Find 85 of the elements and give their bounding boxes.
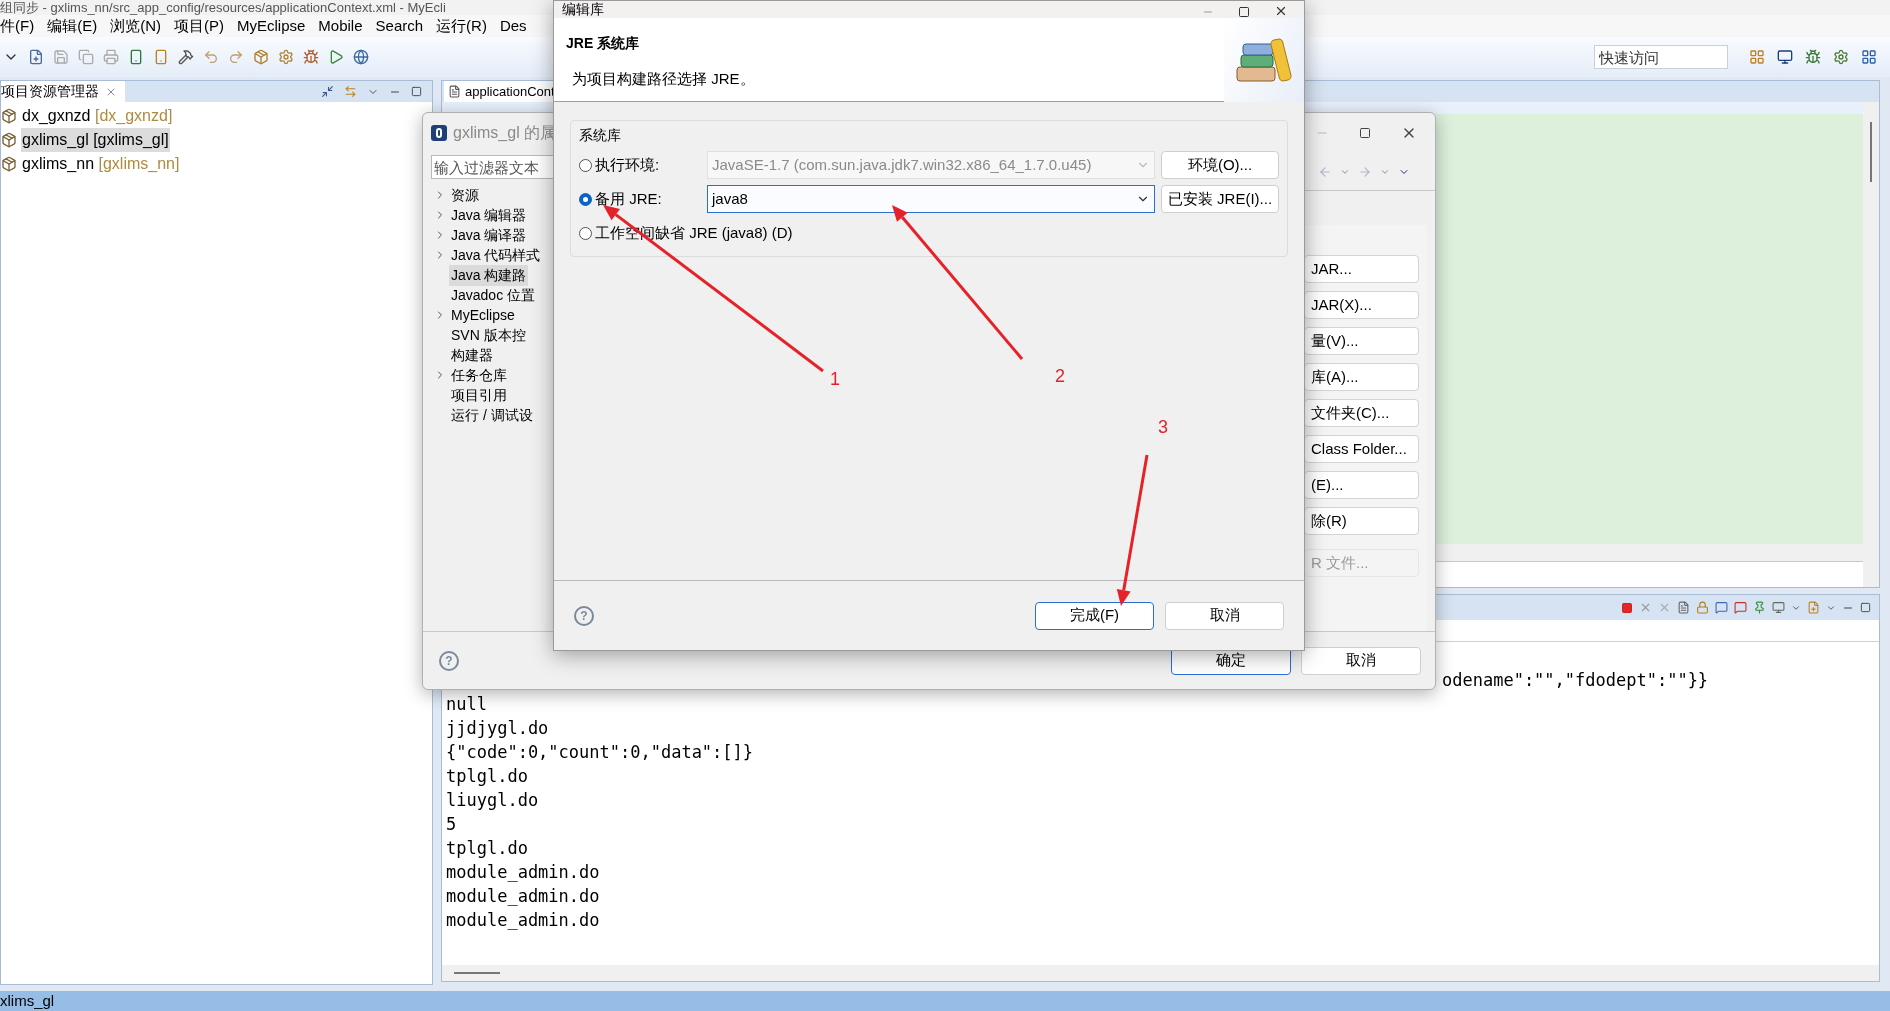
finish-button[interactable]: 完成(F) bbox=[1035, 601, 1154, 630]
console-line: null bbox=[446, 694, 487, 714]
tree-item[interactable]: Java 编译器 bbox=[449, 224, 529, 246]
tree-item[interactable]: Java 编辑器 bbox=[449, 204, 529, 226]
console-line: 5 bbox=[446, 814, 457, 834]
menu-item[interactable]: MyEclipse bbox=[237, 14, 306, 38]
new-console-icon[interactable] bbox=[1807, 601, 1820, 614]
console-line: odename":"","fdodept":""}} bbox=[1442, 670, 1709, 690]
radio-button[interactable] bbox=[579, 226, 592, 240]
link-icon[interactable] bbox=[344, 85, 357, 98]
side-button[interactable]: JAR(X)... bbox=[1304, 291, 1419, 319]
books-icon bbox=[1235, 35, 1293, 85]
app-logo-icon bbox=[431, 125, 447, 141]
side-button[interactable]: (E)... bbox=[1304, 471, 1419, 499]
menu-item[interactable]: 浏览(N) bbox=[110, 14, 161, 38]
side-button[interactable]: Class Folder... bbox=[1304, 435, 1419, 463]
pin-icon[interactable] bbox=[1753, 601, 1766, 614]
dialog-button[interactable]: 已安装 JRE(I)... bbox=[1161, 185, 1279, 213]
annotation-number: 2 bbox=[1055, 367, 1065, 385]
side-button[interactable]: JAR... bbox=[1304, 255, 1419, 283]
close-icon[interactable] bbox=[1274, 4, 1288, 18]
annotation-number: 1 bbox=[830, 370, 840, 388]
tree-item[interactable]: 任务仓库 bbox=[449, 364, 509, 386]
clear-console-icon[interactable] bbox=[1677, 601, 1690, 614]
tree-item[interactable]: SVN 版本控 bbox=[449, 324, 528, 346]
remove-all-icon[interactable] bbox=[1658, 601, 1671, 614]
xml-file-icon bbox=[448, 85, 461, 98]
scrollbar[interactable] bbox=[1870, 122, 1872, 182]
console-line: tplgl.do bbox=[446, 838, 528, 858]
console-line: {"code":0,"count":0,"data":[]} bbox=[446, 742, 754, 762]
project-item[interactable]: gxlims_gl [gxlims_gl] bbox=[21, 128, 170, 152]
tree-item[interactable]: MyEclipse bbox=[449, 304, 517, 326]
status-text: xlims_gl bbox=[0, 990, 55, 1011]
radio-button[interactable] bbox=[579, 192, 592, 206]
console-line: module_admin.do bbox=[446, 862, 600, 882]
show-output-icon[interactable] bbox=[1715, 601, 1728, 614]
menu-item[interactable]: 件(F) bbox=[0, 14, 35, 38]
menu-item[interactable]: 运行(R) bbox=[436, 14, 487, 38]
tree-item[interactable]: 构建器 bbox=[449, 344, 495, 366]
menu-item[interactable]: Search bbox=[375, 14, 424, 38]
maximize-icon[interactable] bbox=[1359, 127, 1371, 139]
remove-icon[interactable] bbox=[1639, 601, 1652, 614]
tree-item[interactable]: Java 代码样式 bbox=[449, 244, 543, 266]
side-button[interactable]: 除(R) bbox=[1304, 507, 1419, 535]
show-error-icon[interactable] bbox=[1734, 601, 1747, 614]
tree-item[interactable]: Javadoc 位置 bbox=[449, 284, 538, 306]
console-line: tplgl.do bbox=[446, 766, 528, 786]
console-line: jjdjygl.do bbox=[446, 718, 549, 738]
tree-item[interactable]: 项目引用 bbox=[449, 384, 509, 406]
group-title: 系统库 bbox=[579, 126, 622, 145]
project-item[interactable]: gxlims_nn [gxlims_nn] bbox=[21, 152, 181, 176]
cancel-button[interactable]: 取消 bbox=[1301, 646, 1421, 675]
side-button[interactable]: 库(A)... bbox=[1304, 363, 1419, 391]
tree-item[interactable]: Java 构建路 bbox=[449, 264, 529, 286]
console-line: module_admin.do bbox=[446, 910, 600, 930]
console-line: module_admin.do bbox=[446, 886, 600, 906]
jre-dropdown[interactable]: java8 bbox=[707, 185, 1155, 213]
project-icon bbox=[1, 108, 17, 124]
project-icon bbox=[1, 156, 17, 172]
tree-item[interactable]: 资源 bbox=[449, 184, 481, 206]
maximize-icon[interactable] bbox=[1238, 6, 1250, 18]
menu-item[interactable]: Mobile bbox=[318, 14, 363, 38]
project-icon bbox=[1, 132, 17, 148]
window-title: 编辑库 bbox=[562, 1, 604, 18]
quick-access-field[interactable]: 快速访问 bbox=[1594, 45, 1728, 69]
project-item[interactable]: dx_gxnzd [dx_gxnzd] bbox=[21, 104, 174, 128]
collapse-icon[interactable] bbox=[321, 85, 334, 98]
side-button[interactable]: 文件夹(C)... bbox=[1304, 399, 1419, 427]
scrollbar[interactable] bbox=[454, 972, 500, 974]
scroll-lock-icon[interactable] bbox=[1696, 601, 1709, 614]
menu-item[interactable]: Des bbox=[499, 14, 527, 38]
window-title: 组同步 - gxlims_nn/src_app_config/resources/applicationContext.xml - MyEcli bbox=[0, 0, 446, 15]
dialog-description: 为项目构建路径选择 JRE。 bbox=[571, 69, 755, 89]
dialog-heading: JRE 系统库 bbox=[566, 34, 641, 53]
cancel-button[interactable]: 取消 bbox=[1165, 601, 1284, 630]
stop-icon[interactable] bbox=[1621, 601, 1633, 614]
menu-item[interactable]: 编辑(E) bbox=[47, 14, 98, 38]
display-console-icon[interactable] bbox=[1772, 601, 1785, 614]
tree-item[interactable]: 运行 / 调试设 bbox=[449, 404, 535, 426]
console-line: liuygl.do bbox=[446, 790, 539, 810]
side-button[interactable]: 量(V)... bbox=[1304, 327, 1419, 355]
option-label: 备用 JRE: bbox=[595, 188, 662, 209]
annotation-number: 3 bbox=[1158, 418, 1168, 436]
menu-item[interactable]: 项目(P) bbox=[174, 14, 224, 38]
option-label: 执行环境: bbox=[595, 154, 660, 175]
